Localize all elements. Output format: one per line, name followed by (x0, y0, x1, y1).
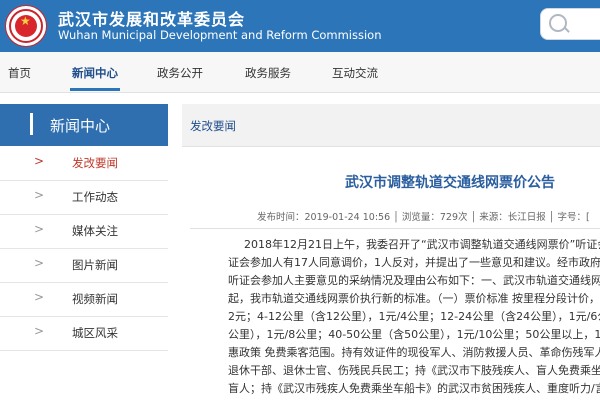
site-name-en: Wuhan Municipal Development and Reform C… (58, 28, 382, 42)
search-box[interactable] (540, 8, 600, 40)
sidebar-item-label: 发改要闻 (72, 156, 118, 170)
sidebar-item-photo-news[interactable]: > 图片新闻 (0, 248, 168, 283)
sidebar-item-district-scenery[interactable]: > 城区风采 (0, 316, 168, 351)
nav-home[interactable]: 首页 (8, 65, 31, 81)
top-nav: 首页 新闻中心 政务公开 政务服务 互动交流 (0, 52, 600, 93)
nav-government-services[interactable]: 政务服务 (245, 65, 291, 81)
article-paragraph-line: 2元；4-12公里（含12公里），1元/4公里；12-24公里（含24公里），1… (228, 310, 600, 323)
article-paragraph-line: 听证会参加人主要意见的采纳情况及理由公布如下：一、武汉市轨道交通线网 (228, 274, 600, 287)
sidebar-header: 新闻中心 (0, 104, 168, 146)
article-paragraph-line: 惠政策 免费乘客范围。持有效证件的现役军人、消防救援人员、革命伤残军人、 (228, 346, 600, 359)
chevron-right-icon: > (34, 256, 45, 270)
article-paragraph-line: 退休干部、退休士官、伤残民兵民工；持《武汉市下肢残疾人、盲人免费乘坐车 (228, 364, 600, 377)
article-paragraph-line: 2018年12月21日上午，我委召开了“武汉市调整轨道交通线网票价”听证会 (244, 238, 600, 251)
article-paragraph-line: 公里），1元/8公里；40-50公里（含50公里），1元/10公里；50公里以上… (228, 328, 600, 341)
chevron-right-icon: > (34, 324, 45, 338)
divider (190, 228, 600, 229)
star-icon: ★ (20, 14, 31, 28)
article-paragraph-line: 证会参加人有17人同意调价，1人反对，并提出了一些意见和建议。经市政府同意 (228, 256, 600, 269)
chevron-right-icon: > (34, 154, 45, 168)
nav-news-center[interactable]: 新闻中心 (72, 65, 118, 81)
breadcrumb-current[interactable]: 发改要闻 (190, 118, 236, 134)
sidebar-title: 新闻中心 (50, 117, 111, 135)
nav-active-indicator (70, 88, 120, 91)
article-paragraph-line: 盲人；持《武汉市残疾人免费乘坐车船卡》的武汉市贫困残疾人、重度听力/言语 (228, 382, 600, 395)
article-meta: 发布时间：2019-01-24 10:56 │ 浏览量：729次 │ 来源：长江… (257, 212, 590, 223)
sidebar-header-accent (30, 113, 33, 135)
nav-government-affairs[interactable]: 政务公开 (157, 65, 203, 81)
search-icon-handle (564, 27, 570, 33)
site-logo[interactable]: ★ (5, 5, 47, 47)
sidebar-item-media-focus[interactable]: > 媒体关注 (0, 214, 168, 249)
article-title: 武汉市调整轨道交通线网票价公告 (345, 175, 555, 191)
article-paragraph-line: 起，我市轨道交通线网票价执行新的标准。（一）票价标准 按里程分段计价，4 (228, 292, 600, 305)
chevron-right-icon: > (34, 290, 45, 304)
site-name-cn: 武汉市发展和改革委员会 (58, 10, 246, 29)
site-header: ★ 武汉市发展和改革委员会 Wuhan Municipal Developmen… (0, 0, 600, 52)
breadcrumb: 发改要闻 (182, 104, 600, 147)
sidebar-item-video-news[interactable]: > 视频新闻 (0, 282, 168, 317)
sidebar-item-label: 图片新闻 (72, 258, 118, 272)
sidebar-item-label: 城区风采 (72, 326, 118, 340)
chevron-right-icon: > (34, 222, 45, 236)
nav-interaction[interactable]: 互动交流 (332, 65, 378, 81)
sidebar-item-label: 媒体关注 (72, 224, 118, 238)
sidebar-item-label: 视频新闻 (72, 292, 118, 306)
article-body: 2018年12月21日上午，我委召开了“武汉市调整轨道交通线网票价”听证会 证会… (228, 236, 600, 400)
